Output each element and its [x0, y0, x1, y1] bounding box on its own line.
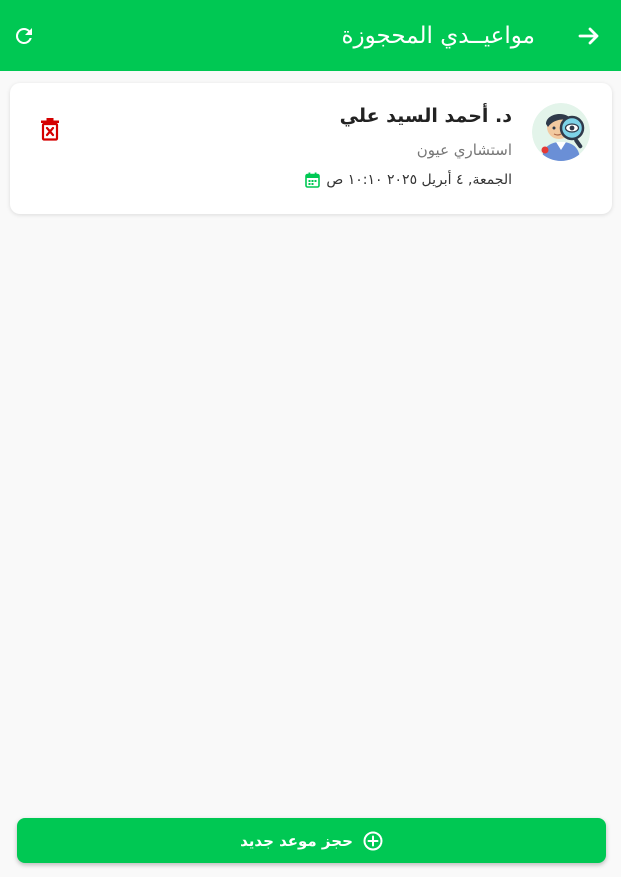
refresh-button[interactable]: [10, 22, 38, 50]
appointment-datetime-row: الجمعة, ٤ أبريل ٢٠٢٥ ١٠:١٠ ص: [305, 172, 512, 188]
back-button[interactable]: [575, 22, 603, 50]
book-new-appointment-label: حجز موعد جديد: [240, 831, 353, 850]
arrow-right-icon: [578, 27, 599, 45]
doctor-specialty: استشاري عيون: [416, 141, 512, 159]
doctor-name: د. أحمد السيد علي: [339, 105, 512, 127]
eye-doctor-avatar-icon: [532, 103, 590, 161]
appointment-datetime: الجمعة, ٤ أبريل ٢٠٢٥ ١٠:١٠ ص: [326, 172, 512, 188]
app-bar: مواعيــدي المحجوزة: [0, 0, 621, 71]
page-title: مواعيــدي المحجوزة: [341, 23, 535, 49]
delete-appointment-button[interactable]: [38, 116, 62, 142]
appointment-card: د. أحمد السيد علي استشاري عيون الجمعة, ٤…: [10, 83, 612, 214]
plus-circle-icon: [363, 831, 383, 850]
refresh-icon: [15, 27, 32, 44]
app-screen: مواعيــدي المحجوزة د. أحمد السيد علي است…: [0, 0, 621, 877]
book-new-appointment-button[interactable]: حجز موعد جديد: [17, 818, 606, 863]
doctor-avatar: [532, 103, 590, 161]
trash-icon: [41, 118, 59, 141]
calendar-icon: [305, 172, 321, 188]
